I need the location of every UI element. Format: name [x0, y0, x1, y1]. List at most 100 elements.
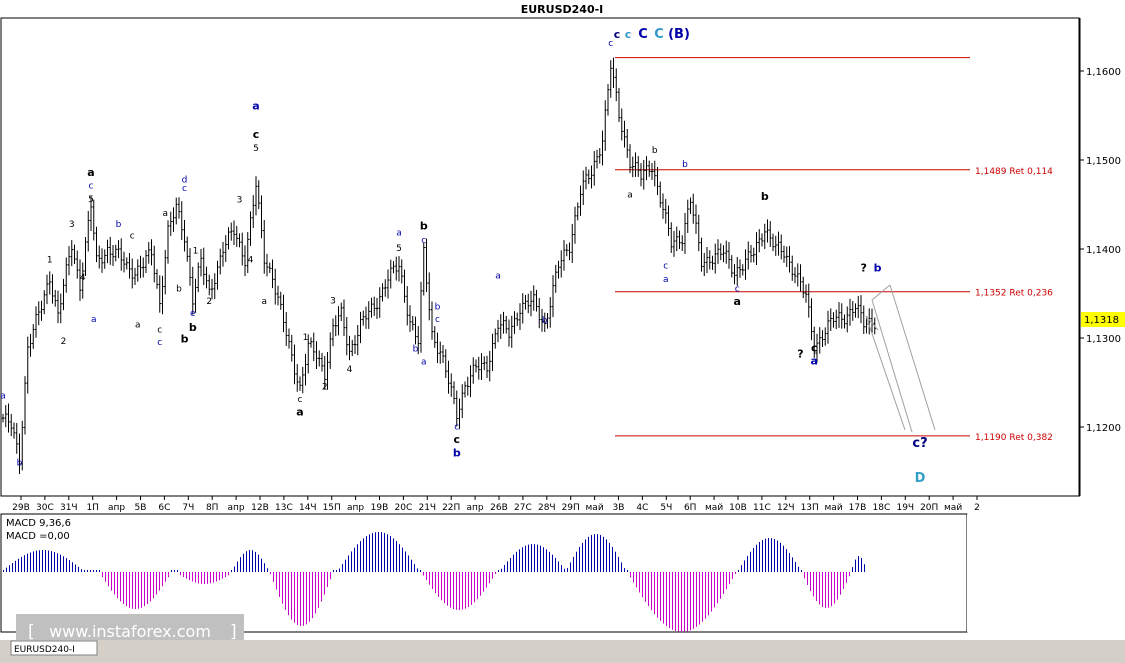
macd-bar: [84, 570, 85, 572]
macd-bar: [438, 572, 439, 597]
macd-bar: [819, 572, 820, 605]
macd-bar: [96, 570, 97, 572]
macd-bar: [60, 554, 61, 572]
macd-bar: [333, 570, 334, 572]
wave-label: a: [261, 297, 267, 307]
macd-bar: [525, 545, 526, 572]
time-tick-label: май: [825, 503, 843, 513]
wave-label: a: [91, 315, 97, 325]
time-tick-label: 22П: [442, 503, 460, 513]
wave-label: b: [874, 261, 882, 274]
watermark-text: www.instaforex.com: [49, 622, 211, 641]
macd-bar: [204, 572, 205, 584]
macd-bar: [363, 538, 364, 572]
macd-bar: [219, 572, 220, 581]
macd-bar: [27, 553, 28, 572]
wave-label: 5: [396, 244, 402, 254]
wave-label: a: [0, 392, 6, 402]
macd-bar: [462, 572, 463, 610]
time-tick-label: апр: [228, 503, 245, 513]
wave-label: 3: [237, 196, 243, 206]
time-tick-label: 26В: [490, 503, 508, 513]
macd-bar: [537, 544, 538, 572]
macd-bar: [291, 572, 292, 620]
time-tick-label: 29П: [562, 503, 580, 513]
chart-title: EURUSD240-I: [521, 3, 604, 16]
macd-bar: [189, 572, 190, 581]
time-tick-label: 27С: [514, 503, 532, 513]
macd-bar: [549, 551, 550, 572]
macd-bar: [699, 572, 700, 625]
macd-bar: [651, 572, 652, 611]
wave-label: 2: [322, 383, 328, 393]
wave-label: c: [182, 184, 187, 194]
wave-label: a: [162, 209, 168, 219]
wave-label: b: [652, 146, 658, 156]
macd-bar: [630, 572, 631, 578]
macd-bar: [81, 569, 82, 572]
macd-bar: [813, 572, 814, 597]
macd-bar: [348, 555, 349, 572]
macd-bar: [9, 565, 10, 572]
macd-bar: [276, 572, 277, 590]
time-tick-label: 1П: [86, 503, 99, 513]
wave-label: a: [811, 355, 818, 368]
macd-bar: [213, 572, 214, 583]
macd-bar: [255, 551, 256, 572]
wave-label: b: [542, 316, 548, 326]
time-tick-label: 3В: [613, 503, 625, 513]
macd-bar: [579, 547, 580, 572]
macd-bar: [807, 572, 808, 585]
macd-bar: [246, 551, 247, 572]
macd-bar: [483, 572, 484, 592]
macd-bar: [231, 570, 232, 572]
macd-bar: [159, 572, 160, 591]
macd-bar: [645, 572, 646, 602]
macd-bar: [543, 547, 544, 572]
macd-bar: [18, 558, 19, 572]
wave-label-top: C: [654, 27, 664, 42]
macd-bar: [660, 572, 661, 621]
macd-bar: [114, 572, 115, 595]
macd-bar: [207, 572, 208, 584]
macd-bar: [39, 550, 40, 572]
macd-bar: [237, 561, 238, 572]
macd-bar: [165, 572, 166, 582]
macd-bar: [618, 556, 619, 572]
time-tick-label: 29В: [12, 503, 30, 513]
wave-label: a: [495, 271, 501, 281]
macd-bar: [300, 572, 301, 626]
macd-bar: [768, 538, 769, 572]
macd-bar: [675, 572, 676, 631]
macd-bar: [57, 553, 58, 572]
macd-bar: [669, 572, 670, 629]
wave-label: c: [454, 423, 459, 433]
wave-label: b: [17, 458, 23, 468]
macd-bar: [480, 572, 481, 596]
projection-label: D: [915, 471, 926, 486]
macd-bar: [507, 561, 508, 572]
wave-label: 4: [347, 365, 353, 375]
macd-bar: [585, 539, 586, 572]
macd-bar: [174, 570, 175, 572]
macd-bar: [576, 551, 577, 572]
macd-bar: [771, 538, 772, 572]
macd-bar: [753, 547, 754, 572]
macd-bar: [633, 572, 634, 583]
retracement-label: 1,1190 Ret 0,382: [975, 433, 1053, 443]
macd-bar: [183, 572, 184, 577]
wave-label: a: [296, 405, 303, 418]
macd-bar: [24, 555, 25, 572]
macd-bar: [372, 533, 373, 572]
time-tick-label: 5В: [135, 503, 147, 513]
time-tick-label: 28Ч: [538, 503, 556, 513]
wave-label: ?: [861, 261, 867, 274]
macd-bar: [117, 572, 118, 599]
macd-bar: [609, 542, 610, 572]
macd-bar: [621, 562, 622, 572]
macd-bar: [279, 572, 280, 597]
wave-label: 1: [47, 255, 53, 265]
macd-bar: [471, 572, 472, 605]
macd-bar: [258, 554, 259, 572]
macd-bar: [711, 572, 712, 612]
